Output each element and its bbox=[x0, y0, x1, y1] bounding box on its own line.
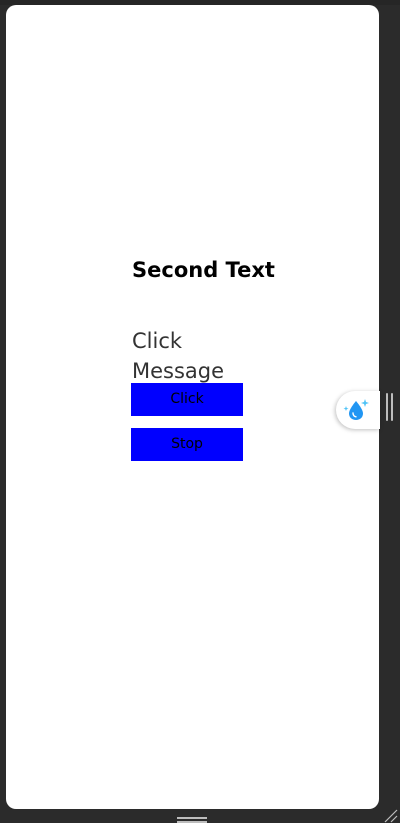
app-screen: Second Text Click Message Click Stop bbox=[6, 5, 379, 809]
water-drop-sparkle-icon bbox=[343, 399, 369, 420]
drag-handle-vertical-icon[interactable] bbox=[386, 393, 394, 421]
floating-assistant-button[interactable] bbox=[336, 391, 380, 429]
drag-handle-horizontal-icon[interactable] bbox=[177, 815, 207, 823]
resize-grip-icon[interactable] bbox=[383, 808, 398, 823]
stop-button[interactable]: Stop bbox=[131, 428, 243, 461]
screen-title: Second Text bbox=[132, 258, 275, 282]
click-message: Click Message bbox=[132, 329, 225, 383]
click-button[interactable]: Click bbox=[131, 383, 243, 416]
app-window: Second Text Click Message Click Stop bbox=[0, 0, 400, 823]
